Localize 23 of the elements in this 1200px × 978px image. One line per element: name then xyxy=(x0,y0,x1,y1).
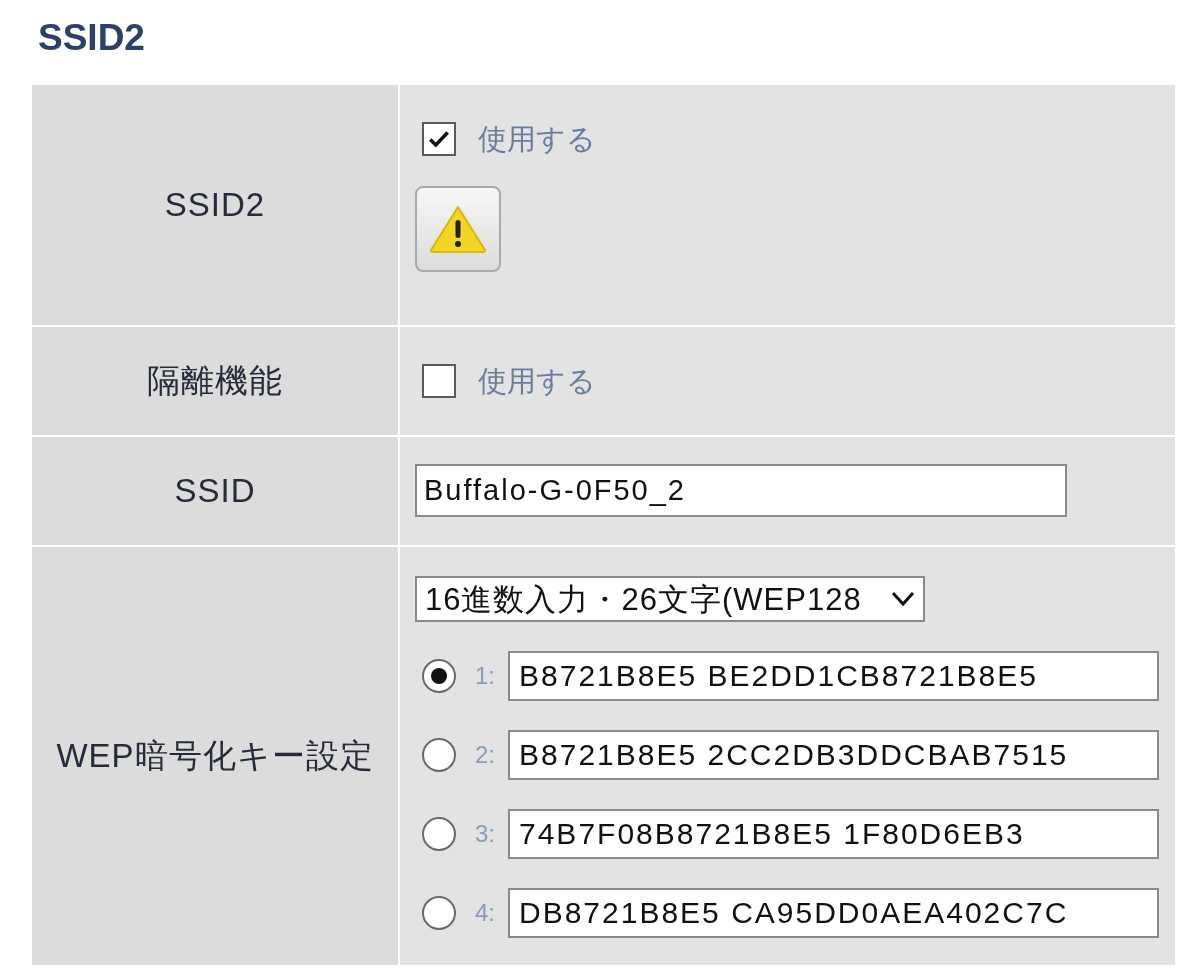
radio-button[interactable] xyxy=(422,659,456,693)
key-number-label: 2: xyxy=(474,740,496,770)
encryption-select[interactable]: 16進数入力・26文字(WEP128 xyxy=(415,576,925,622)
key-number-label: 3: xyxy=(474,819,496,849)
key-input-field[interactable]: DB8721B8E5 CA95DD0AEA402C7C xyxy=(508,888,1159,938)
checkbox[interactable] xyxy=(422,122,456,156)
radio-button[interactable] xyxy=(422,817,456,851)
key-input-field[interactable]: B8721B8E5 BE2DD1CB8721B8E5 xyxy=(508,651,1159,701)
row-label: SSID xyxy=(32,437,398,545)
radio-button[interactable] xyxy=(422,738,456,772)
chevron-down-icon xyxy=(891,591,915,607)
row-label: SSID2 xyxy=(32,85,398,325)
warning-icon xyxy=(428,204,488,254)
key-number-label: 4: xyxy=(474,898,496,928)
radio-button[interactable] xyxy=(422,896,456,930)
row-label: 隔離機能 xyxy=(32,327,398,435)
key-input-field[interactable]: B8721B8E5 2CC2DB3DDCBAB7515 xyxy=(508,730,1159,780)
checkbox[interactable] xyxy=(422,364,456,398)
key-input-field[interactable]: 74B7F08B8721B8E5 1F80D6EB3 xyxy=(508,809,1159,859)
ssid-input-field[interactable]: Buffalo-G-0F50_2 xyxy=(415,464,1067,517)
row-label: WEP暗号化キー設定 xyxy=(32,547,398,965)
section-title: SSID2 xyxy=(37,18,146,58)
key-number-label: 1: xyxy=(474,661,496,691)
